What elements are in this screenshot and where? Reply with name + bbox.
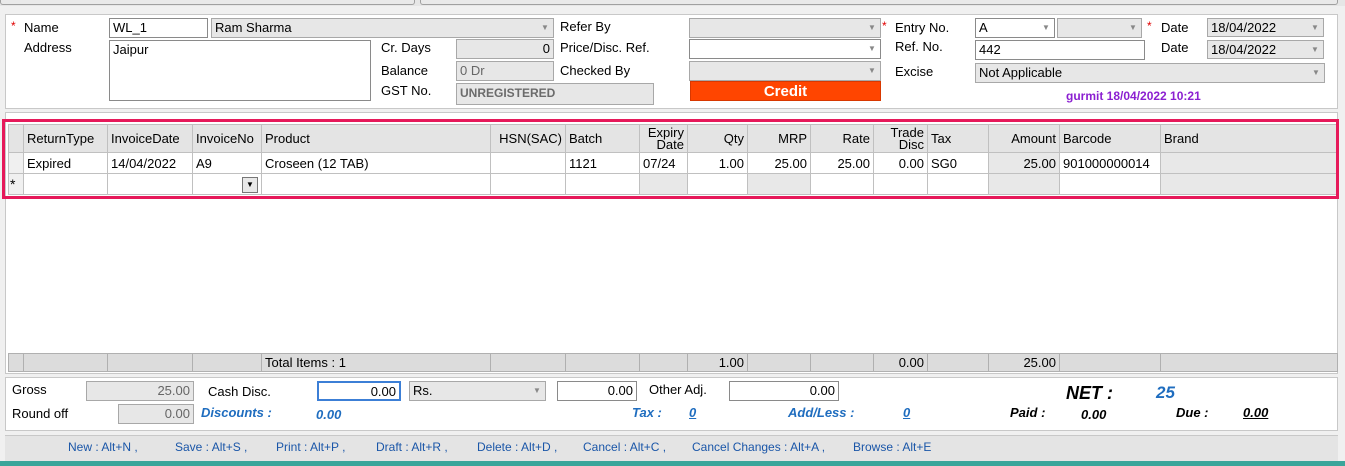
name-select[interactable]: Ram Sharma ▼	[211, 18, 554, 38]
balance-label: Balance	[381, 63, 428, 78]
total-amount: 25.00	[988, 353, 1060, 372]
required-marker: *	[1147, 19, 1152, 33]
shortcut-new[interactable]: New : Alt+N ,	[68, 440, 138, 454]
cash-disc-unit-select[interactable]: Rs. ▼	[409, 381, 546, 401]
excise-select[interactable]: Not Applicable ▼	[975, 63, 1325, 83]
excise-value: Not Applicable	[979, 65, 1063, 80]
gst-label: GST No.	[381, 83, 432, 98]
required-marker: *	[11, 19, 16, 33]
shortcut-print[interactable]: Print : Alt+P ,	[276, 440, 345, 454]
checked-by-select[interactable]: ▼	[689, 61, 881, 81]
chevron-down-icon[interactable]: ▼	[1308, 64, 1324, 82]
gross-field: 25.00	[86, 381, 194, 401]
totals-row: Total Items : 1 1.00 0.00 25.00	[8, 353, 1338, 372]
total-trade-disc: 0.00	[873, 353, 928, 372]
price-ref-select[interactable]: ▼	[689, 39, 881, 59]
tax-value-link[interactable]: 0	[689, 405, 696, 420]
shortcut-save[interactable]: Save : Alt+S ,	[175, 440, 247, 454]
paid-value: 0.00	[1081, 407, 1107, 422]
top-tab-right[interactable]	[420, 0, 1338, 5]
net-label: NET :	[1066, 383, 1113, 403]
bottom-accent-line	[0, 461, 1345, 466]
total-items-label: Total Items : 1	[261, 353, 491, 372]
credit-button[interactable]: Credit	[690, 81, 881, 101]
name-select-value: Ram Sharma	[215, 20, 292, 35]
discounts-label: Discounts :	[201, 405, 272, 420]
chevron-down-icon[interactable]: ▼	[864, 19, 880, 37]
round-off-label: Round off	[12, 406, 69, 421]
add-less-value-link[interactable]: 0	[903, 405, 910, 420]
price-ref-label: Price/Disc. Ref.	[560, 40, 650, 55]
entry-no-select[interactable]: ▼	[1057, 18, 1142, 38]
date-value: 18/04/2022	[1211, 20, 1277, 35]
shortcut-browse[interactable]: Browse : Alt+E	[853, 440, 931, 454]
shortcut-delete[interactable]: Delete : Alt+D ,	[477, 440, 557, 454]
net-value: 25	[1156, 383, 1175, 402]
tax-label: Tax :	[632, 405, 662, 420]
due-value: 0.00	[1243, 405, 1269, 420]
date2-label: Date	[1161, 40, 1189, 55]
date2-value: 18/04/2022	[1211, 42, 1277, 57]
top-tab-left[interactable]	[0, 0, 415, 5]
add-less-label: Add/Less :	[788, 405, 855, 420]
entry-prefix-value: A	[979, 20, 988, 35]
chevron-down-icon[interactable]: ▼	[537, 19, 553, 37]
other-adj-field[interactable]: 0.00	[729, 381, 839, 401]
required-marker: *	[882, 19, 887, 33]
shortcut-draft[interactable]: Draft : Alt+R ,	[376, 440, 448, 454]
entry-prefix-select[interactable]: A ▼	[975, 18, 1055, 38]
checked-by-label: Checked By	[560, 63, 631, 78]
refer-by-select[interactable]: ▼	[689, 18, 881, 38]
cash-disc-amount-field[interactable]: 0.00	[557, 381, 637, 401]
name-code-field[interactable]: WL_1	[109, 18, 208, 38]
chevron-down-icon[interactable]: ▼	[529, 382, 545, 400]
chevron-down-icon[interactable]: ▼	[1038, 19, 1054, 37]
shortcut-cancel-changes[interactable]: Cancel Changes : Alt+A ,	[692, 440, 825, 454]
gross-label: Gross	[12, 382, 47, 397]
paid-label: Paid :	[1010, 405, 1046, 420]
cash-disc-field[interactable]: 0.00	[317, 381, 401, 401]
date2-picker[interactable]: 18/04/2022 ▼	[1207, 40, 1324, 59]
gst-field: UNREGISTERED	[456, 83, 654, 105]
balance-field: 0 Dr	[456, 61, 554, 81]
chevron-down-icon[interactable]: ▼	[1307, 19, 1323, 36]
chevron-down-icon[interactable]: ▼	[1307, 41, 1323, 58]
chevron-down-icon[interactable]: ▼	[1125, 19, 1141, 37]
refer-by-label: Refer By	[560, 19, 611, 34]
entry-no-label: Entry No.	[895, 20, 950, 35]
chevron-down-icon[interactable]: ▼	[864, 62, 880, 80]
address-textarea[interactable]: Jaipur	[109, 40, 371, 101]
cr-days-label: Cr. Days	[381, 40, 431, 55]
ref-no-field[interactable]: 442	[975, 40, 1145, 60]
round-off-field: 0.00	[118, 404, 194, 424]
address-label: Address	[24, 40, 72, 55]
top-tab-strip	[0, 0, 1345, 6]
date-picker[interactable]: 18/04/2022 ▼	[1207, 18, 1324, 37]
total-qty: 1.00	[687, 353, 748, 372]
ref-no-label: Ref. No.	[895, 39, 943, 54]
name-label: Name	[24, 20, 59, 35]
user-timestamp: gurmit 18/04/2022 10:21	[1066, 89, 1201, 103]
chevron-down-icon[interactable]: ▼	[864, 40, 880, 58]
cash-disc-unit-value: Rs.	[413, 383, 433, 398]
cash-disc-label: Cash Disc.	[208, 384, 271, 399]
cr-days-field[interactable]: 0	[456, 39, 554, 59]
other-adj-label: Other Adj.	[649, 382, 707, 397]
discounts-value: 0.00	[316, 407, 342, 422]
grid-highlight-frame	[2, 119, 1339, 199]
excise-label: Excise	[895, 64, 934, 79]
date-label: Date	[1161, 20, 1189, 35]
shortcut-cancel[interactable]: Cancel : Alt+C ,	[583, 440, 666, 454]
due-label: Due :	[1176, 405, 1209, 420]
